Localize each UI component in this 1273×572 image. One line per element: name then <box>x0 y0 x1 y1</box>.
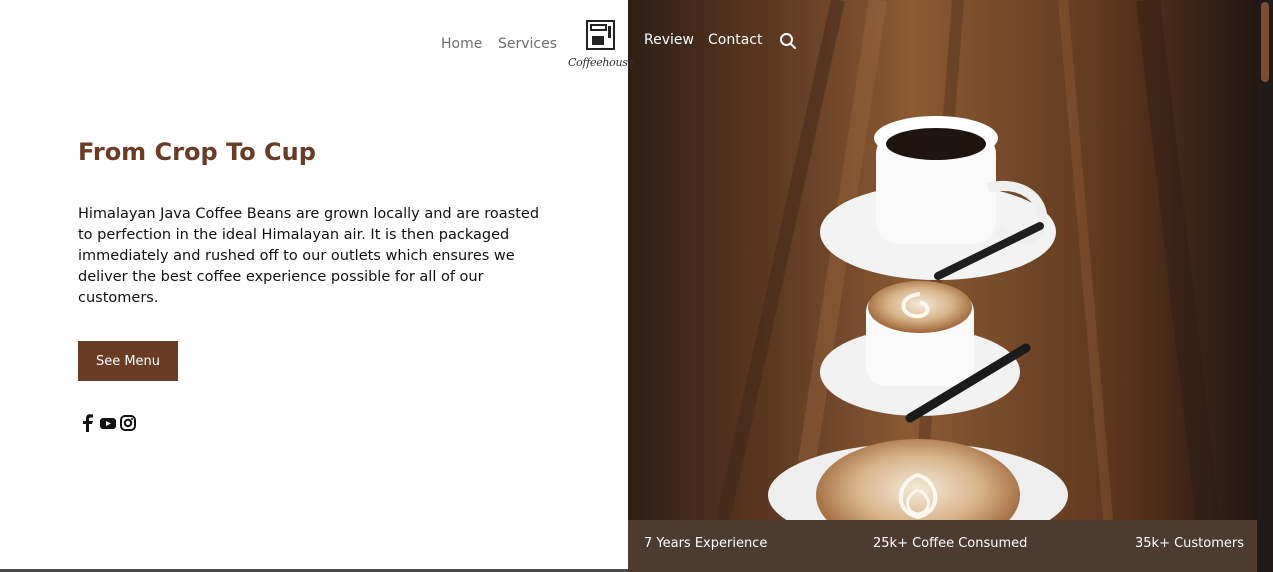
scroll-thumb[interactable] <box>1261 2 1269 82</box>
brand-logo[interactable]: Coffeehouse <box>568 20 634 76</box>
search-icon[interactable] <box>779 32 797 50</box>
facebook-icon[interactable] <box>79 414 97 432</box>
hero-title: From Crop To Cup <box>78 138 316 166</box>
nav-contact-link[interactable]: Contact <box>708 32 762 48</box>
brand-name: Coffeehouse <box>568 56 634 69</box>
see-menu-button[interactable]: See Menu <box>78 341 178 381</box>
nav-review-link[interactable]: Review <box>644 32 694 48</box>
scrollbar[interactable] <box>1257 0 1273 572</box>
coffee-photo <box>628 0 1257 520</box>
hero-description: Himalayan Java Coffee Beans are grown lo… <box>78 206 540 306</box>
hero-image-panel <box>628 0 1257 572</box>
coffee-machine-icon <box>586 20 615 50</box>
instagram-icon[interactable] <box>119 414 137 432</box>
stat-customers: 35k+ Customers <box>1135 536 1245 551</box>
stats-bar: 7 Years Experience 25k+ Coffee Consumed … <box>628 520 1257 572</box>
nav-services-link[interactable]: Services <box>498 36 557 52</box>
nav-home-link[interactable]: Home <box>441 36 482 52</box>
youtube-icon[interactable] <box>99 414 117 432</box>
stat-coffee-consumed: 25k+ Coffee Consumed <box>873 536 1028 551</box>
stat-experience: 7 Years Experience <box>644 536 768 551</box>
